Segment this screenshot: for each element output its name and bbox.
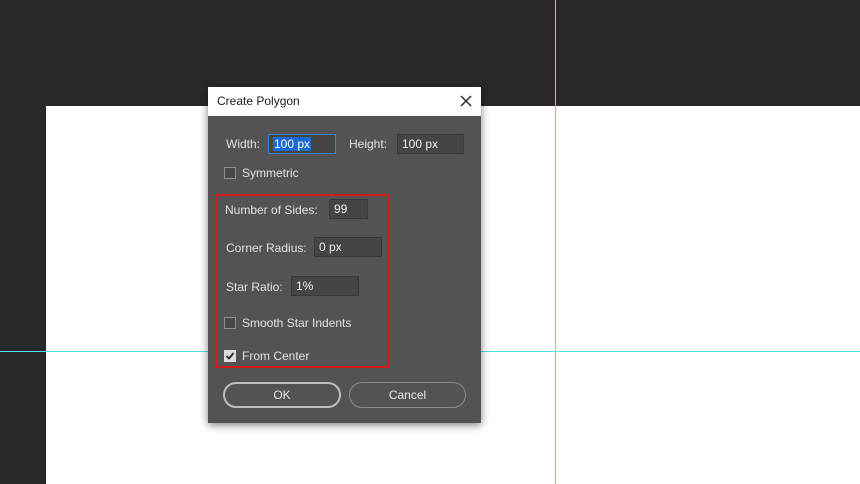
symmetric-checkbox[interactable] bbox=[224, 167, 236, 179]
star-ratio-input[interactable]: 1% bbox=[291, 276, 359, 296]
create-polygon-dialog: Create Polygon Width: 100 px Height: 100… bbox=[208, 87, 481, 423]
corner-radius-input[interactable]: 0 px bbox=[314, 237, 382, 257]
checkmark-icon bbox=[225, 352, 235, 360]
height-label: Height: bbox=[349, 137, 388, 151]
dialog-titlebar[interactable]: Create Polygon bbox=[208, 87, 481, 116]
smooth-star-indents-checkbox[interactable] bbox=[224, 317, 236, 329]
sides-input[interactable]: 99 bbox=[329, 199, 368, 219]
width-label: Width: bbox=[226, 137, 261, 151]
close-icon bbox=[460, 95, 472, 107]
symmetric-label: Symmetric bbox=[242, 166, 299, 180]
corner-radius-label: Corner Radius: bbox=[226, 241, 307, 255]
smooth-star-indents-label: Smooth Star Indents bbox=[242, 316, 352, 330]
sides-label: Number of Sides: bbox=[225, 203, 318, 217]
dialog-title: Create Polygon bbox=[217, 94, 300, 108]
width-value: 100 px bbox=[273, 137, 312, 151]
from-center-label: From Center bbox=[242, 349, 310, 363]
star-ratio-label: Star Ratio: bbox=[226, 280, 283, 294]
from-center-checkbox[interactable] bbox=[224, 350, 236, 362]
vertical-guide[interactable] bbox=[555, 0, 556, 484]
cancel-button[interactable]: Cancel bbox=[349, 382, 466, 408]
ok-button[interactable]: OK bbox=[223, 382, 341, 408]
height-input[interactable]: 100 px bbox=[397, 134, 464, 154]
close-button[interactable] bbox=[455, 90, 477, 112]
width-input[interactable]: 100 px bbox=[268, 134, 336, 154]
